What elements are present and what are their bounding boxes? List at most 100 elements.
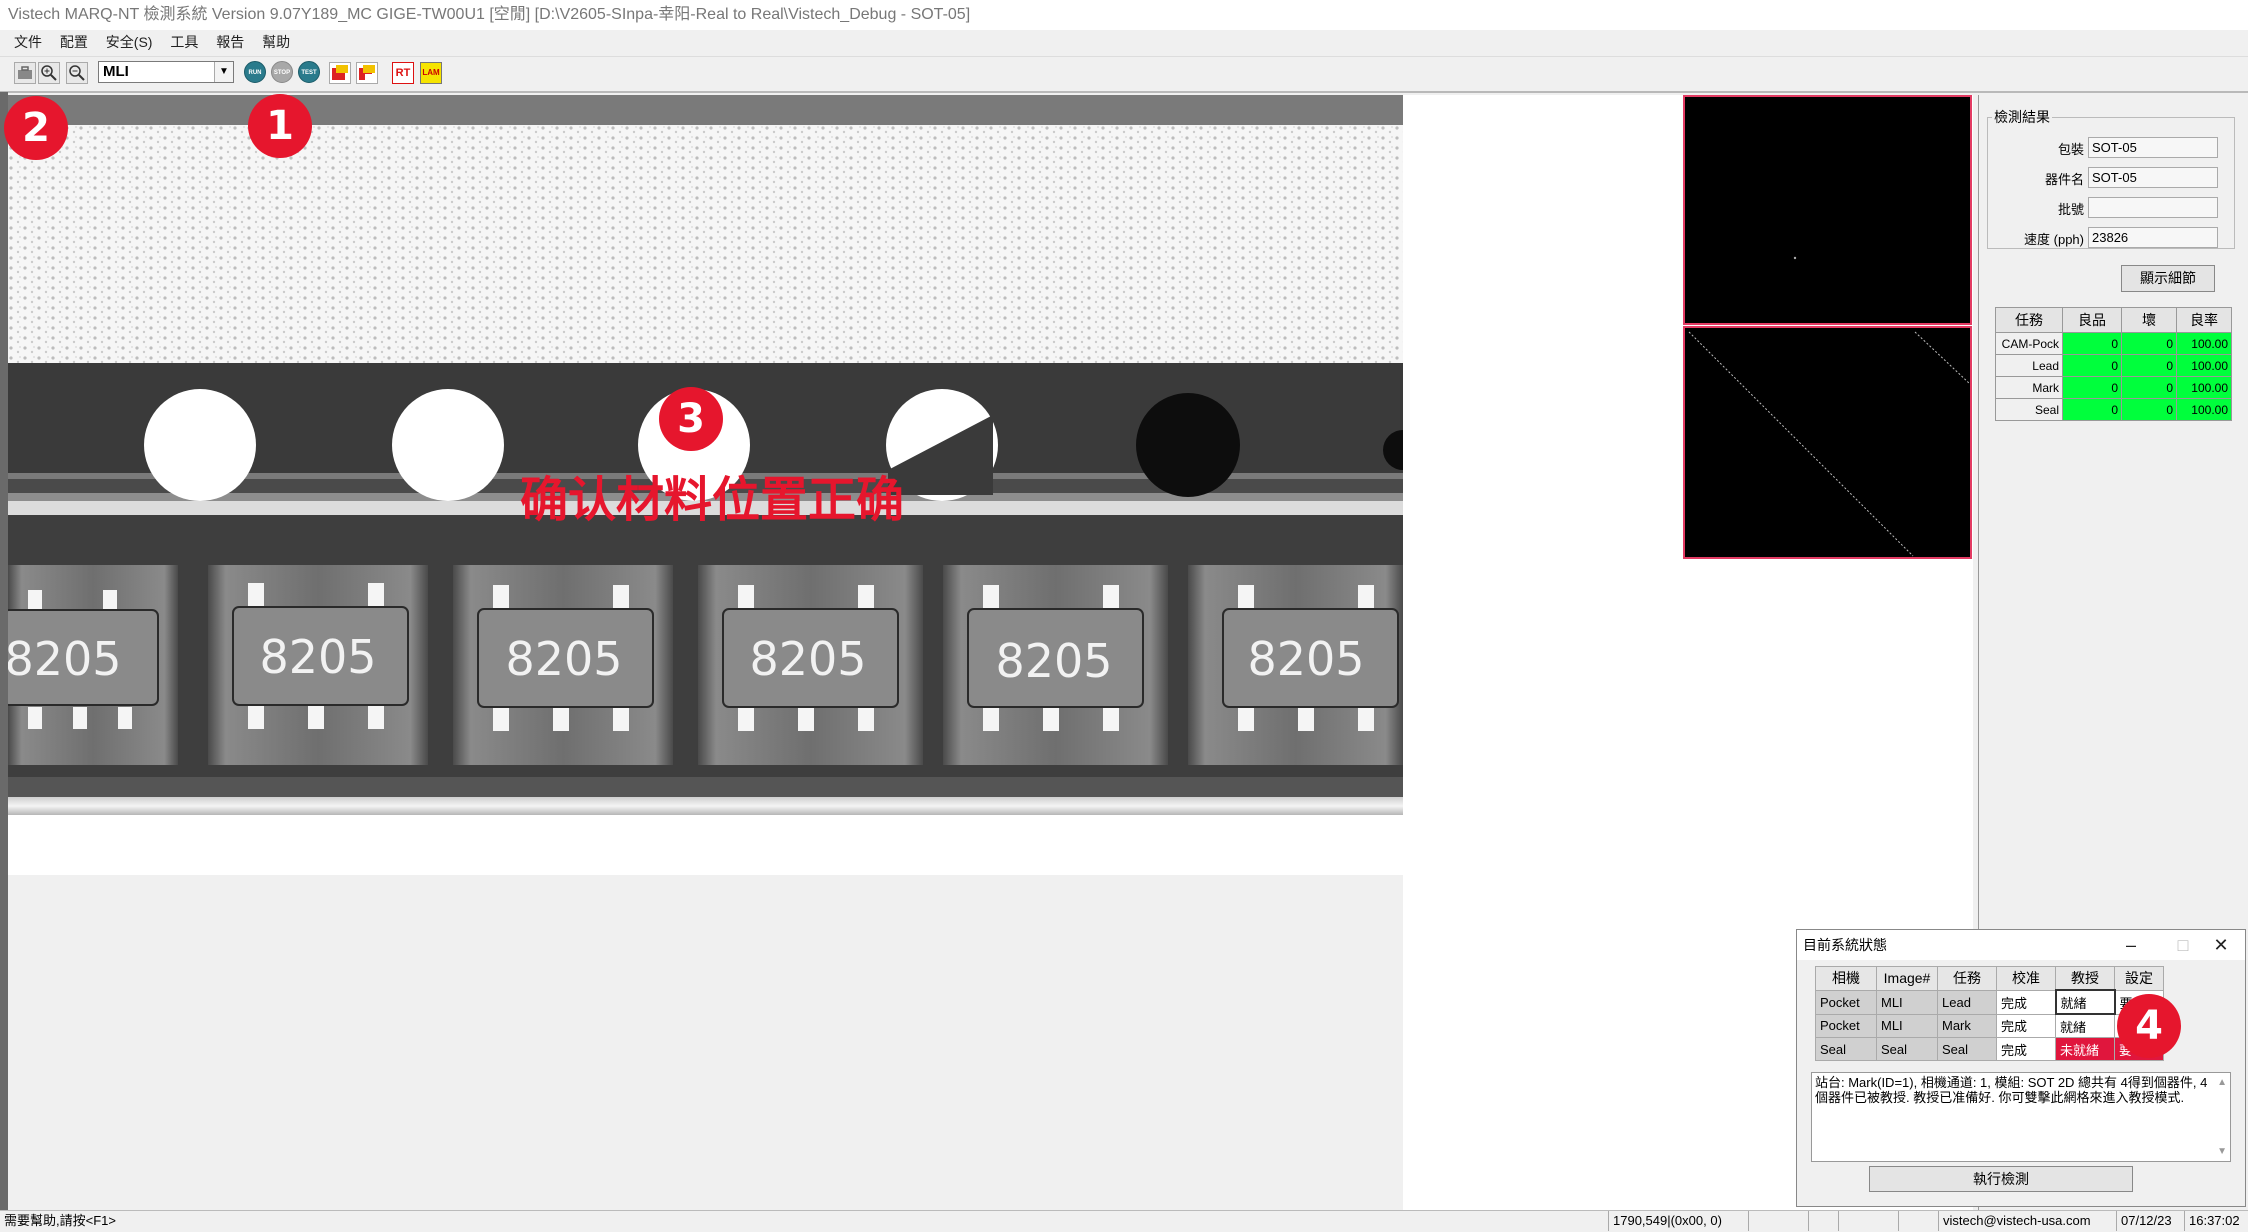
stats-yield: 100.00 (2176, 376, 2232, 399)
status-task: Lead (1937, 989, 1997, 1015)
menu-report[interactable]: 報告 (216, 30, 244, 54)
component-marking: 8205 (259, 630, 376, 684)
stats-bad: 0 (2121, 354, 2177, 377)
status-header: 任務 (1937, 966, 1997, 991)
lot-field[interactable] (2088, 197, 2218, 218)
status-pane-empty (1748, 1211, 1808, 1231)
window-title: Vistech MARQ-NT 檢測系統 Version 9.07Y189_MC… (0, 0, 2248, 30)
run-button[interactable]: RUN (244, 61, 266, 83)
status-header-row: 相機 Image# 任務 校准 教授 設定 (1815, 966, 2164, 991)
status-log-text: 站台: Mark(ID=1), 相機通道: 1, 模組: SOT 2D 總共有 … (1815, 1075, 2208, 1105)
lot-row: 批號 (1988, 197, 2226, 219)
status-camera: Pocket (1815, 1013, 1877, 1038)
stats-header: 壞 (2121, 307, 2177, 333)
test-button[interactable]: TEST (298, 61, 320, 83)
status-row[interactable]: Pocket MLI Mark 完成 就緒 (1815, 1013, 2164, 1038)
status-header: 教授 (2055, 966, 2115, 991)
stats-yield: 100.00 (2176, 332, 2232, 355)
stats-task: Mark (1995, 376, 2063, 399)
stats-bad: 0 (2121, 376, 2177, 399)
annotation-text: 确认材料位置正确 (520, 474, 905, 527)
camera-select-value: MLI (103, 63, 129, 80)
speed-label: 速度 (pph) (2024, 232, 2084, 247)
status-date: 07/12/23 (2116, 1211, 2184, 1231)
stats-yield: 100.00 (2176, 354, 2232, 377)
stats-header: 任務 (1995, 307, 2063, 333)
component-marking: 8205 (749, 632, 866, 686)
toolbox-icon[interactable] (14, 62, 36, 84)
annotation-badge-3: 3 (659, 387, 723, 451)
package-label: 包裝 (2057, 142, 2084, 157)
chevron-down-icon[interactable]: ▼ (214, 62, 233, 82)
status-teach[interactable]: 就緒 (2054, 989, 2116, 1015)
status-row[interactable]: Seal Seal Seal 完成 未就緒 要 (1815, 1037, 2164, 1061)
status-teach[interactable]: 未就緒 (2055, 1037, 2115, 1061)
close-icon[interactable]: ✕ (2201, 930, 2241, 960)
status-teach[interactable]: 就緒 (2055, 1013, 2115, 1038)
status-log[interactable]: 站台: Mark(ID=1), 相機通道: 1, 模組: SOT 2D 總共有 … (1811, 1072, 2231, 1162)
results-group: 檢測結果 包裝 SOT-05 器件名 SOT-05 批號 速度 (pph) 23… (1987, 107, 2235, 249)
stats-header: 良品 (2062, 307, 2122, 333)
scroll-up-icon[interactable]: ▲ (2217, 1075, 2227, 1090)
teach-open-icon[interactable] (329, 62, 351, 84)
stats-row[interactable]: Seal 0 0 100.00 (1995, 398, 2232, 421)
status-calib: 完成 (1996, 1037, 2056, 1061)
status-row[interactable]: Pocket MLI Lead 完成 就緒 要 (1815, 989, 2164, 1015)
status-pane-empty (1838, 1211, 1868, 1231)
thumbnail-view-1[interactable] (1683, 95, 1972, 325)
menu-tools[interactable]: 工具 (170, 30, 198, 54)
show-details-button[interactable]: 顯示細節 (2121, 265, 2215, 292)
zoom-in-icon[interactable] (38, 62, 60, 84)
thumbnail-view-2[interactable] (1683, 326, 1972, 559)
component-marking: 8205 (1247, 632, 1364, 686)
status-time: 16:37:02 (2184, 1211, 2248, 1231)
scroll-down-icon[interactable]: ▼ (2217, 1144, 2227, 1159)
status-calib: 完成 (1996, 989, 2056, 1015)
status-pane-empty (1898, 1211, 1938, 1231)
device-field[interactable]: SOT-05 (2088, 167, 2218, 188)
lam-button[interactable]: LAM (420, 62, 442, 84)
rt-button[interactable]: RT (392, 62, 414, 84)
minimize-icon[interactable]: – (2111, 930, 2151, 960)
camera-select[interactable]: MLI ▼ (98, 61, 234, 83)
thumbnail-image-2 (1688, 331, 1971, 557)
stats-row[interactable]: Mark 0 0 100.00 (1995, 376, 2232, 399)
stop-button[interactable]: STOP (271, 61, 293, 83)
package-row: 包裝 SOT-05 (1988, 137, 2226, 159)
results-legend: 檢測結果 (1994, 109, 2050, 125)
contact-email: vistech@vistech-usa.com (1938, 1211, 2116, 1231)
menu-config[interactable]: 配置 (60, 30, 88, 54)
package-field[interactable]: SOT-05 (2088, 137, 2218, 158)
coords-readout: 1790,549|(0x00, 0) (1608, 1211, 1748, 1231)
zoom-out-icon[interactable] (66, 62, 88, 84)
status-header: 設定 (2114, 966, 2164, 991)
run-inspection-button[interactable]: 執行檢測 (1869, 1166, 2133, 1192)
status-header: 相機 (1815, 966, 1877, 991)
component-marking: 8205 (8, 632, 122, 686)
stats-good: 0 (2062, 354, 2122, 377)
annotation-badge-2: 2 (4, 96, 68, 160)
menu-security[interactable]: 安全(S) (106, 30, 153, 54)
status-task: Seal (1937, 1037, 1997, 1061)
stats-header: 良率 (2176, 307, 2232, 333)
menu-help[interactable]: 幫助 (262, 30, 290, 54)
lot-label: 批號 (2057, 202, 2084, 217)
stats-row[interactable]: Lead 0 0 100.00 (1995, 354, 2232, 377)
status-calib: 完成 (1996, 1013, 2056, 1038)
status-image: MLI (1876, 1013, 1938, 1038)
stats-task: Lead (1995, 354, 2063, 377)
left-frame (0, 92, 8, 1210)
status-image: Seal (1876, 1037, 1938, 1061)
speed-field[interactable]: 23826 (2088, 227, 2218, 248)
component-marking: 8205 (995, 634, 1112, 688)
status-header: Image# (1876, 966, 1938, 991)
menu-file[interactable]: 文件 (14, 30, 42, 54)
menu-bar: 文件 配置 安全(S) 工具 報告 幫助 (0, 30, 2248, 54)
component-marking: 8205 (505, 632, 622, 686)
maximize-icon[interactable]: □ (2163, 930, 2203, 960)
stats-row[interactable]: CAM-Pock 0 0 100.00 (1995, 332, 2232, 355)
status-pane-empty (1808, 1211, 1838, 1231)
status-task: Mark (1937, 1013, 1997, 1038)
teach-save-icon[interactable] (356, 62, 378, 84)
stats-task: Seal (1995, 398, 2063, 421)
